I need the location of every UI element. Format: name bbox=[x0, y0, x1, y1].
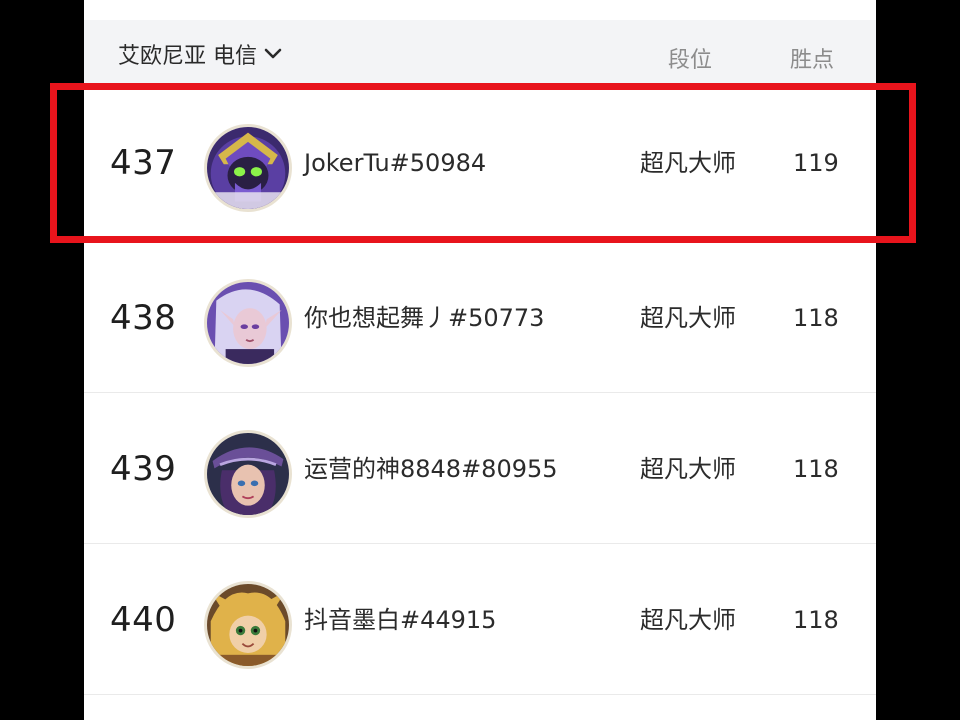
white-haired-elf-champion-avatar-icon bbox=[207, 282, 289, 364]
leaderboard-header: 艾欧尼亚 电信 段位 胜点 bbox=[84, 20, 876, 86]
top-strip bbox=[84, 0, 876, 20]
rank-number: 440 bbox=[110, 600, 177, 640]
column-header-rank: 段位 bbox=[668, 48, 713, 73]
purple-hat-champion-avatar-icon bbox=[207, 433, 289, 515]
tier-label: 超凡大师 bbox=[640, 606, 736, 634]
column-header-points: 胜点 bbox=[790, 48, 835, 73]
player-avatar[interactable] bbox=[204, 581, 292, 669]
rank-number: 437 bbox=[110, 143, 177, 183]
tier-label: 超凡大师 bbox=[640, 455, 736, 483]
purple-masked-champion-avatar-icon bbox=[207, 127, 289, 209]
region-dropdown[interactable]: 艾欧尼亚 电信 bbox=[118, 40, 283, 69]
player-avatar[interactable] bbox=[204, 430, 292, 518]
leaderboard-row[interactable]: 437 JokerTu#50984 超凡大师 119 bbox=[84, 88, 876, 238]
points-value: 118 bbox=[793, 606, 839, 634]
leaderboard-panel: 艾欧尼亚 电信 段位 胜点 437 JokerTu#50984 超凡大师 119… bbox=[84, 0, 876, 720]
player-avatar[interactable] bbox=[204, 279, 292, 367]
leaderboard-row[interactable]: 438 你也想起舞丿#50773 超凡大师 118 bbox=[84, 243, 876, 393]
points-value: 118 bbox=[793, 455, 839, 483]
chevron-down-icon bbox=[264, 48, 282, 59]
leaderboard-row[interactable]: 440 抖音墨白#44915 超凡大师 118 bbox=[84, 545, 876, 695]
blonde-yordle-champion-avatar-icon bbox=[207, 584, 289, 666]
player-avatar[interactable] bbox=[204, 124, 292, 212]
tier-label: 超凡大师 bbox=[640, 149, 736, 177]
points-value: 118 bbox=[793, 304, 839, 332]
player-name: 你也想起舞丿#50773 bbox=[304, 304, 545, 332]
points-value: 119 bbox=[793, 149, 839, 177]
region-label: 艾欧尼亚 电信 bbox=[118, 44, 257, 69]
leaderboard-row[interactable]: 439 运营的神8848#80955 超凡大师 118 bbox=[84, 394, 876, 544]
player-name: JokerTu#50984 bbox=[304, 149, 487, 177]
rank-number: 438 bbox=[110, 298, 177, 338]
tier-label: 超凡大师 bbox=[640, 304, 736, 332]
rank-number: 439 bbox=[110, 449, 177, 489]
player-name: 抖音墨白#44915 bbox=[304, 606, 497, 634]
player-name: 运营的神8848#80955 bbox=[304, 455, 558, 483]
